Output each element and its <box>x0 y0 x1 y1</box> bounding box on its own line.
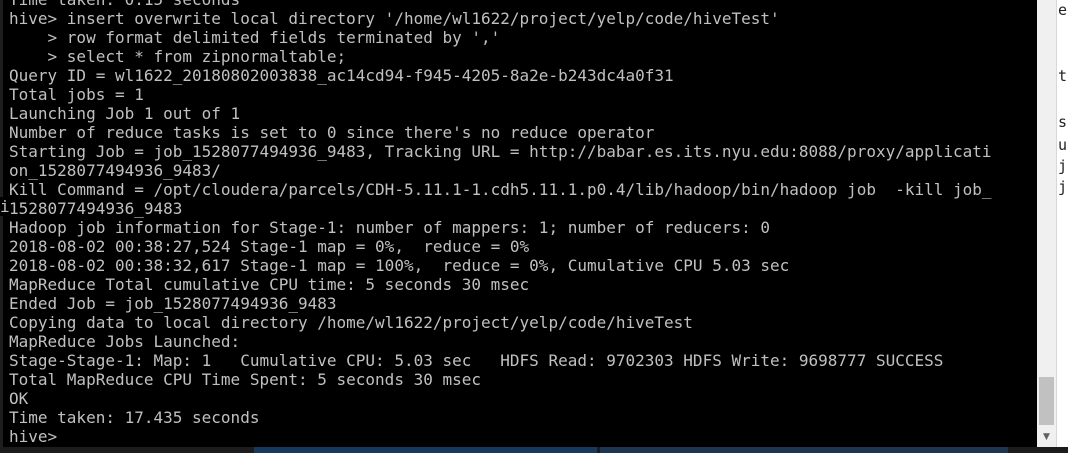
terminal-line: Kill Command = /opt/cloudera/parcels/CDH… <box>9 180 992 199</box>
background-window-text: ju <box>1058 157 1068 175</box>
terminal-line: Time taken: 17.435 seconds <box>9 408 260 427</box>
terminal-line: Starting Job = job_1528077494936_9483, T… <box>9 142 992 161</box>
scroll-down-arrow-icon[interactable]: ▼ <box>1037 428 1056 447</box>
taskbar-button[interactable] <box>254 447 597 453</box>
terminal-line: OK <box>9 389 29 408</box>
terminal-line: Ended Job = job_1528077494936_9483 <box>9 294 337 313</box>
terminal-line: 2018-08-02 00:38:32,617 Stage-1 map = 10… <box>9 256 790 275</box>
terminal-line: 2018-08-02 00:38:27,524 Stage-1 map = 0%… <box>9 237 530 256</box>
background-window-text: st <box>1058 113 1068 131</box>
background-window-text: ta <box>1058 67 1068 85</box>
terminal-line: Time taken: 0.15 seconds <box>9 0 1035 9</box>
terminal-line: > row format delimited fields terminated… <box>9 28 501 47</box>
background-window-text: e <box>1058 1 1068 19</box>
text-cursor-icon: i <box>0 197 10 216</box>
background-window-text: us <box>1058 136 1068 154</box>
terminal-line: MapReduce Jobs Launched: <box>9 332 241 351</box>
terminal-line: Launching Job 1 out of 1 <box>9 104 241 123</box>
desktop: Time taken: 0.15 seconds hive> insert ov… <box>0 0 1068 453</box>
scrollbar-thumb[interactable] <box>1039 377 1054 425</box>
background-window-text: ju <box>1058 178 1068 196</box>
terminal-line: Number of reduce tasks is set to 0 since… <box>9 123 655 142</box>
terminal-border <box>0 0 3 447</box>
terminal-line: Total MapReduce CPU Time Spent: 5 second… <box>9 370 482 389</box>
taskbar-button[interactable] <box>600 447 1008 453</box>
background-window[interactable]: e ta st us ju ju <box>1056 0 1068 453</box>
terminal-line: Hadoop job information for Stage-1: numb… <box>9 218 770 237</box>
terminal-line: > select * from zipnormaltable; <box>9 47 347 66</box>
vertical-scrollbar[interactable]: ▼ <box>1037 0 1056 447</box>
terminal-window[interactable]: Time taken: 0.15 seconds hive> insert ov… <box>0 0 1037 447</box>
terminal-line: Copying data to local directory /home/wl… <box>9 313 693 332</box>
terminal-line: 1528077494936_9483 <box>9 199 183 218</box>
terminal-line: on_1528077494936_9483/ <box>9 161 221 180</box>
terminal-line: Stage-Stage-1: Map: 1 Cumulative CPU: 5.… <box>9 351 944 370</box>
terminal-output: Time taken: 0.15 seconds hive> insert ov… <box>9 0 1035 446</box>
terminal-line: hive> insert overwrite local directory '… <box>9 9 780 28</box>
terminal-line: MapReduce Total cumulative CPU time: 5 s… <box>9 275 530 294</box>
terminal-line: Total jobs = 1 <box>9 85 144 104</box>
terminal-prompt[interactable]: hive> <box>9 427 1035 446</box>
terminal-line: Query ID = wl1622_20180802003838_ac14cd9… <box>9 66 674 85</box>
